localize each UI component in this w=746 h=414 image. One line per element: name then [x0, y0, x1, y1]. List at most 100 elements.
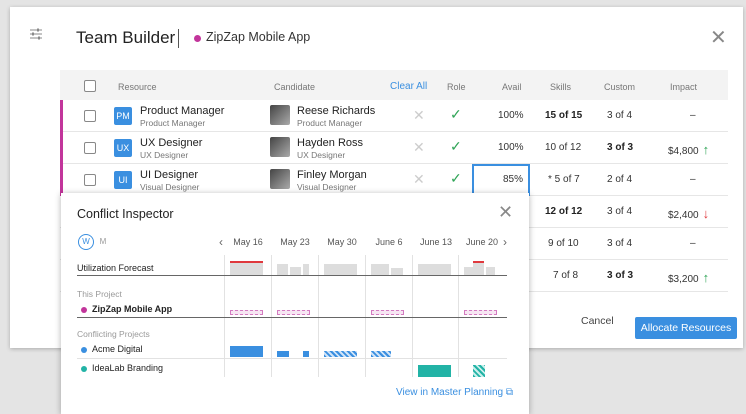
resource-subtitle: Product Manager — [140, 118, 206, 128]
title-divider — [178, 29, 179, 48]
impact-value: – — [690, 238, 696, 249]
cross-icon[interactable]: ✕ — [413, 171, 425, 188]
conflict-bar — [371, 351, 391, 357]
check-icon: ✓ — [450, 106, 462, 122]
utilization-bar — [473, 263, 484, 275]
check-icon: ✓ — [450, 138, 462, 154]
resource-subtitle: UX Designer — [140, 150, 189, 160]
utilization-bar — [486, 267, 495, 275]
skills-value: 12 of 12 — [545, 206, 583, 217]
conflict-bar — [230, 346, 263, 357]
avail-value[interactable]: 85% — [503, 174, 523, 185]
row-checkbox[interactable] — [84, 174, 96, 186]
utilization-baseline — [77, 275, 507, 276]
col-candidate: Candidate — [274, 82, 316, 92]
clear-all-link[interactable]: Clear All — [390, 81, 427, 92]
month-toggle[interactable]: M — [95, 234, 111, 250]
impact-amount: $2,400 — [668, 210, 699, 221]
chevron-right-icon[interactable]: › — [503, 235, 507, 249]
select-all-checkbox[interactable] — [84, 80, 96, 92]
avail-value: 100% — [498, 142, 524, 153]
custom-value: 3 of 3 — [607, 270, 634, 281]
cancel-button[interactable]: Cancel — [581, 315, 614, 327]
over-allocation-line — [230, 261, 263, 263]
date-col: May 23 — [280, 237, 310, 247]
link-label: View in Master Planning — [396, 387, 504, 398]
utilization-bar — [230, 262, 263, 275]
table-row[interactable]: UI UI Designer Visual Designer Finley Mo… — [60, 164, 728, 196]
row-accent — [60, 132, 63, 164]
resource-title: Product Manager — [140, 105, 225, 117]
utilization-bar — [371, 264, 389, 275]
utilization-bar — [290, 267, 301, 275]
this-project-label: This Project — [77, 289, 122, 299]
candidate-name[interactable]: Hayden Ross — [297, 137, 363, 149]
row-checkbox[interactable] — [84, 142, 96, 154]
col-custom: Custom — [604, 82, 636, 92]
project-dot — [81, 366, 87, 372]
conflict-bar — [303, 351, 309, 357]
resource-subtitle: Visual Designer — [140, 182, 200, 192]
conflict-bar — [418, 365, 451, 377]
impact-value: – — [690, 174, 696, 185]
avatar — [270, 105, 290, 125]
row-divider — [77, 358, 507, 359]
close-icon[interactable]: ✕ — [710, 25, 727, 50]
close-icon[interactable]: ✕ — [498, 202, 513, 223]
custom-value: 3 of 4 — [607, 206, 633, 217]
section-divider — [77, 317, 507, 318]
col-role: Role — [447, 82, 466, 92]
table-header: Resource Candidate Clear All Role Avail … — [60, 70, 728, 100]
skills-value: 7 of 8 — [553, 270, 579, 281]
avatar — [270, 137, 290, 157]
impact-amount: $4,800 — [668, 146, 699, 157]
project-dot — [81, 347, 87, 353]
candidate-name[interactable]: Reese Richards — [297, 105, 375, 117]
utilization-bar — [303, 264, 309, 275]
skills-value: * 5 of 7 — [548, 174, 580, 185]
resource-title: UX Designer — [140, 137, 203, 149]
impact-value: $4,800 ↑ — [668, 142, 709, 157]
row-checkbox[interactable] — [84, 110, 96, 122]
allocation-bar — [277, 310, 310, 315]
project-dot — [194, 35, 201, 42]
conflict-bar — [324, 351, 357, 357]
col-skills: Skills — [550, 82, 572, 92]
date-col: June 20 — [465, 237, 499, 247]
sliders-icon[interactable] — [29, 27, 43, 46]
external-link-icon: ⧉ — [505, 387, 514, 398]
check-icon: ✓ — [450, 170, 462, 186]
candidate-name[interactable]: Finley Morgan — [297, 169, 367, 181]
conflict-bar — [277, 351, 289, 357]
impact-value: $3,200 ↑ — [668, 270, 709, 285]
cross-icon[interactable]: ✕ — [413, 107, 425, 124]
view-master-planning-link[interactable]: View in Master Planning ⧉ — [396, 387, 513, 398]
utilization-bar — [391, 268, 403, 275]
date-col: May 16 — [233, 237, 263, 247]
over-allocation-line — [473, 261, 484, 263]
utilization-bar — [277, 264, 288, 275]
allocation-bar — [464, 310, 497, 315]
row-accent — [60, 164, 63, 196]
arrow-up-icon: ↑ — [702, 270, 710, 285]
avail-value: 100% — [498, 110, 524, 121]
date-col: May 30 — [327, 237, 357, 247]
week-toggle[interactable]: W — [78, 234, 94, 250]
table-row[interactable]: UX UX Designer UX Designer Hayden Ross U… — [60, 132, 728, 164]
candidate-role: Product Manager — [297, 118, 363, 128]
arrow-down-icon: ↓ — [702, 206, 710, 221]
chevron-left-icon[interactable]: ‹ — [219, 235, 223, 249]
allocate-resources-button[interactable]: Allocate Resources — [635, 317, 737, 339]
project-dot — [81, 307, 87, 313]
utilization-bar — [324, 264, 357, 275]
impact-value: – — [690, 110, 696, 121]
allocation-bar — [230, 310, 263, 315]
table-row[interactable]: PM Product Manager Product Manager Reese… — [60, 100, 728, 132]
resource-badge: UI — [114, 171, 132, 189]
custom-value: 3 of 3 — [607, 142, 634, 153]
avatar — [270, 169, 290, 189]
col-resource: Resource — [118, 82, 157, 92]
row-accent — [60, 100, 63, 132]
cross-icon[interactable]: ✕ — [413, 139, 425, 156]
utilization-label: Utilization Forecast — [77, 263, 154, 273]
